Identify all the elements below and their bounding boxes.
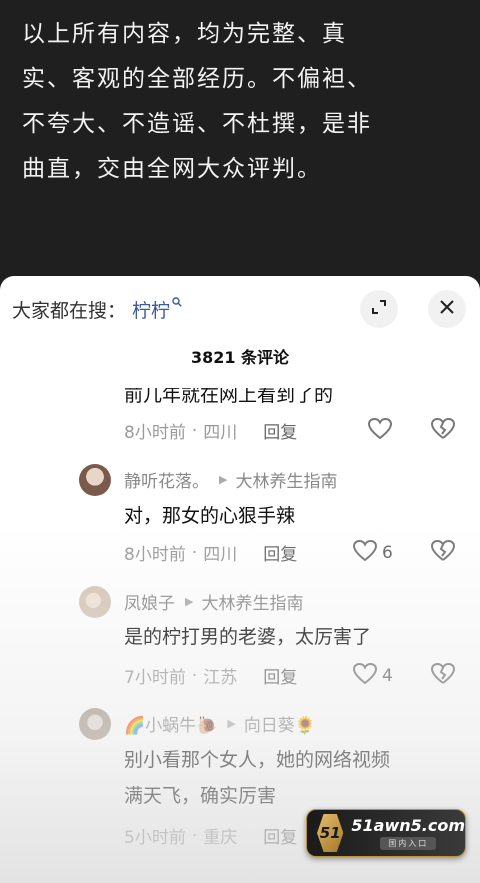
heart-icon: [352, 539, 378, 567]
expand-button[interactable]: [360, 290, 398, 328]
close-icon: [439, 299, 455, 319]
search-keyword-link[interactable]: 柠柠: [132, 296, 170, 323]
author-name[interactable]: 凤娘子: [124, 589, 175, 614]
reply-arrow-icon: ▶: [227, 717, 236, 730]
comment-text-line-1: 别小看那个女人，她的网络视频: [124, 749, 391, 771]
comment-time: 5小时前: [124, 828, 186, 848]
reply-to-name[interactable]: 大林养生指南: [235, 467, 337, 492]
watermark-badge: 51 51awn5.com 国内入口: [306, 809, 466, 857]
reply-button[interactable]: 回复: [263, 663, 297, 688]
dislike-button[interactable]: [430, 539, 456, 567]
comment-location: 江苏: [203, 668, 238, 688]
comment-count-title: 3821 条评论: [190, 348, 290, 367]
search-suggestion-prefix: 大家都在搜：: [12, 300, 127, 322]
avatar[interactable]: [79, 708, 111, 740]
close-button[interactable]: [428, 290, 466, 328]
comment-text: 前几年就在网上看到了的: [124, 384, 334, 406]
reply-to-name[interactable]: 向日葵🌻: [244, 711, 316, 736]
comment-meta: 8小时前 · 四川 回复: [124, 540, 297, 566]
broken-heart-icon: [430, 662, 456, 690]
comment-location: 四川: [203, 423, 238, 443]
comment-time: 8小时前: [124, 423, 186, 443]
reply-button[interactable]: 回复: [263, 418, 297, 443]
comment-meta: 8小时前 · 四川 回复: [124, 418, 297, 444]
heart-icon: [352, 662, 378, 690]
comment-time: 7小时前: [124, 668, 186, 688]
reply-arrow-icon: ▶: [185, 595, 194, 608]
comment-location: 四川: [203, 545, 238, 565]
video-caption: 以上所有内容，均为完整、真实、客观的全部经历。不偏袒、不夸大、不造谣、不杜撰，是…: [22, 21, 372, 182]
like-button[interactable]: 4: [352, 662, 393, 690]
video-area[interactable]: 以上所有内容，均为完整、真实、客观的全部经历。不偏袒、不夸大、不造谣、不杜撰，是…: [0, 0, 480, 284]
comment-location: 重庆: [203, 828, 238, 848]
watermark-text: 51awn5.com 国内入口: [351, 816, 465, 850]
avatar[interactable]: [79, 586, 111, 618]
reply-button[interactable]: 回复: [263, 540, 297, 565]
comment-text: 对，那女的心狠手辣: [124, 505, 296, 527]
author-row: 静听花落。 ▶ 大林养生指南: [124, 467, 337, 492]
watermark-domain: 51awn5.com: [351, 816, 465, 835]
reply-arrow-icon: ▶: [219, 473, 228, 486]
like-button[interactable]: 6: [352, 539, 393, 567]
author-row: 凤娘子 ▶ 大林养生指南: [124, 589, 303, 614]
like-count: 4: [382, 666, 393, 686]
author-name[interactable]: 静听花落。: [124, 467, 209, 492]
comment-text: 是的柠打男的老婆，太厉害了: [124, 626, 372, 648]
dislike-button[interactable]: [430, 417, 456, 445]
reply-to-name[interactable]: 大林养生指南: [201, 589, 303, 614]
author-name[interactable]: 🌈小蜗牛🐌: [124, 711, 217, 736]
like-button[interactable]: [367, 417, 393, 445]
comment-meta: 7小时前 · 江苏 回复: [124, 663, 297, 689]
avatar[interactable]: [79, 464, 111, 496]
search-icon: [172, 296, 182, 310]
watermark-sub: 国内入口: [380, 837, 437, 850]
search-suggestion[interactable]: 大家都在搜： 柠柠: [12, 296, 182, 323]
meta-separator: ·: [191, 542, 198, 563]
dislike-button[interactable]: [430, 662, 456, 690]
meta-separator: ·: [191, 420, 198, 441]
comment-meta: 5小时前 · 重庆 回复: [124, 823, 297, 849]
author-row: 🌈小蜗牛🐌 ▶ 向日葵🌻: [124, 711, 316, 736]
broken-heart-icon: [430, 539, 456, 567]
reply-button[interactable]: 回复: [263, 823, 297, 848]
broken-heart-icon: [430, 417, 456, 445]
comment-sheet: 大家都在搜： 柠柠 3821 条评论 前几年就在网上看到了的 8小时前 · 四川…: [0, 276, 480, 883]
comment-text-line-2: 满天飞，确实厉害: [124, 785, 277, 807]
heart-icon: [367, 417, 393, 445]
expand-icon: [370, 298, 388, 320]
comment-time: 8小时前: [124, 545, 186, 565]
like-count: 6: [382, 543, 393, 563]
watermark-logo: 51: [317, 814, 344, 852]
meta-separator: ·: [191, 825, 198, 846]
meta-separator: ·: [191, 665, 198, 686]
